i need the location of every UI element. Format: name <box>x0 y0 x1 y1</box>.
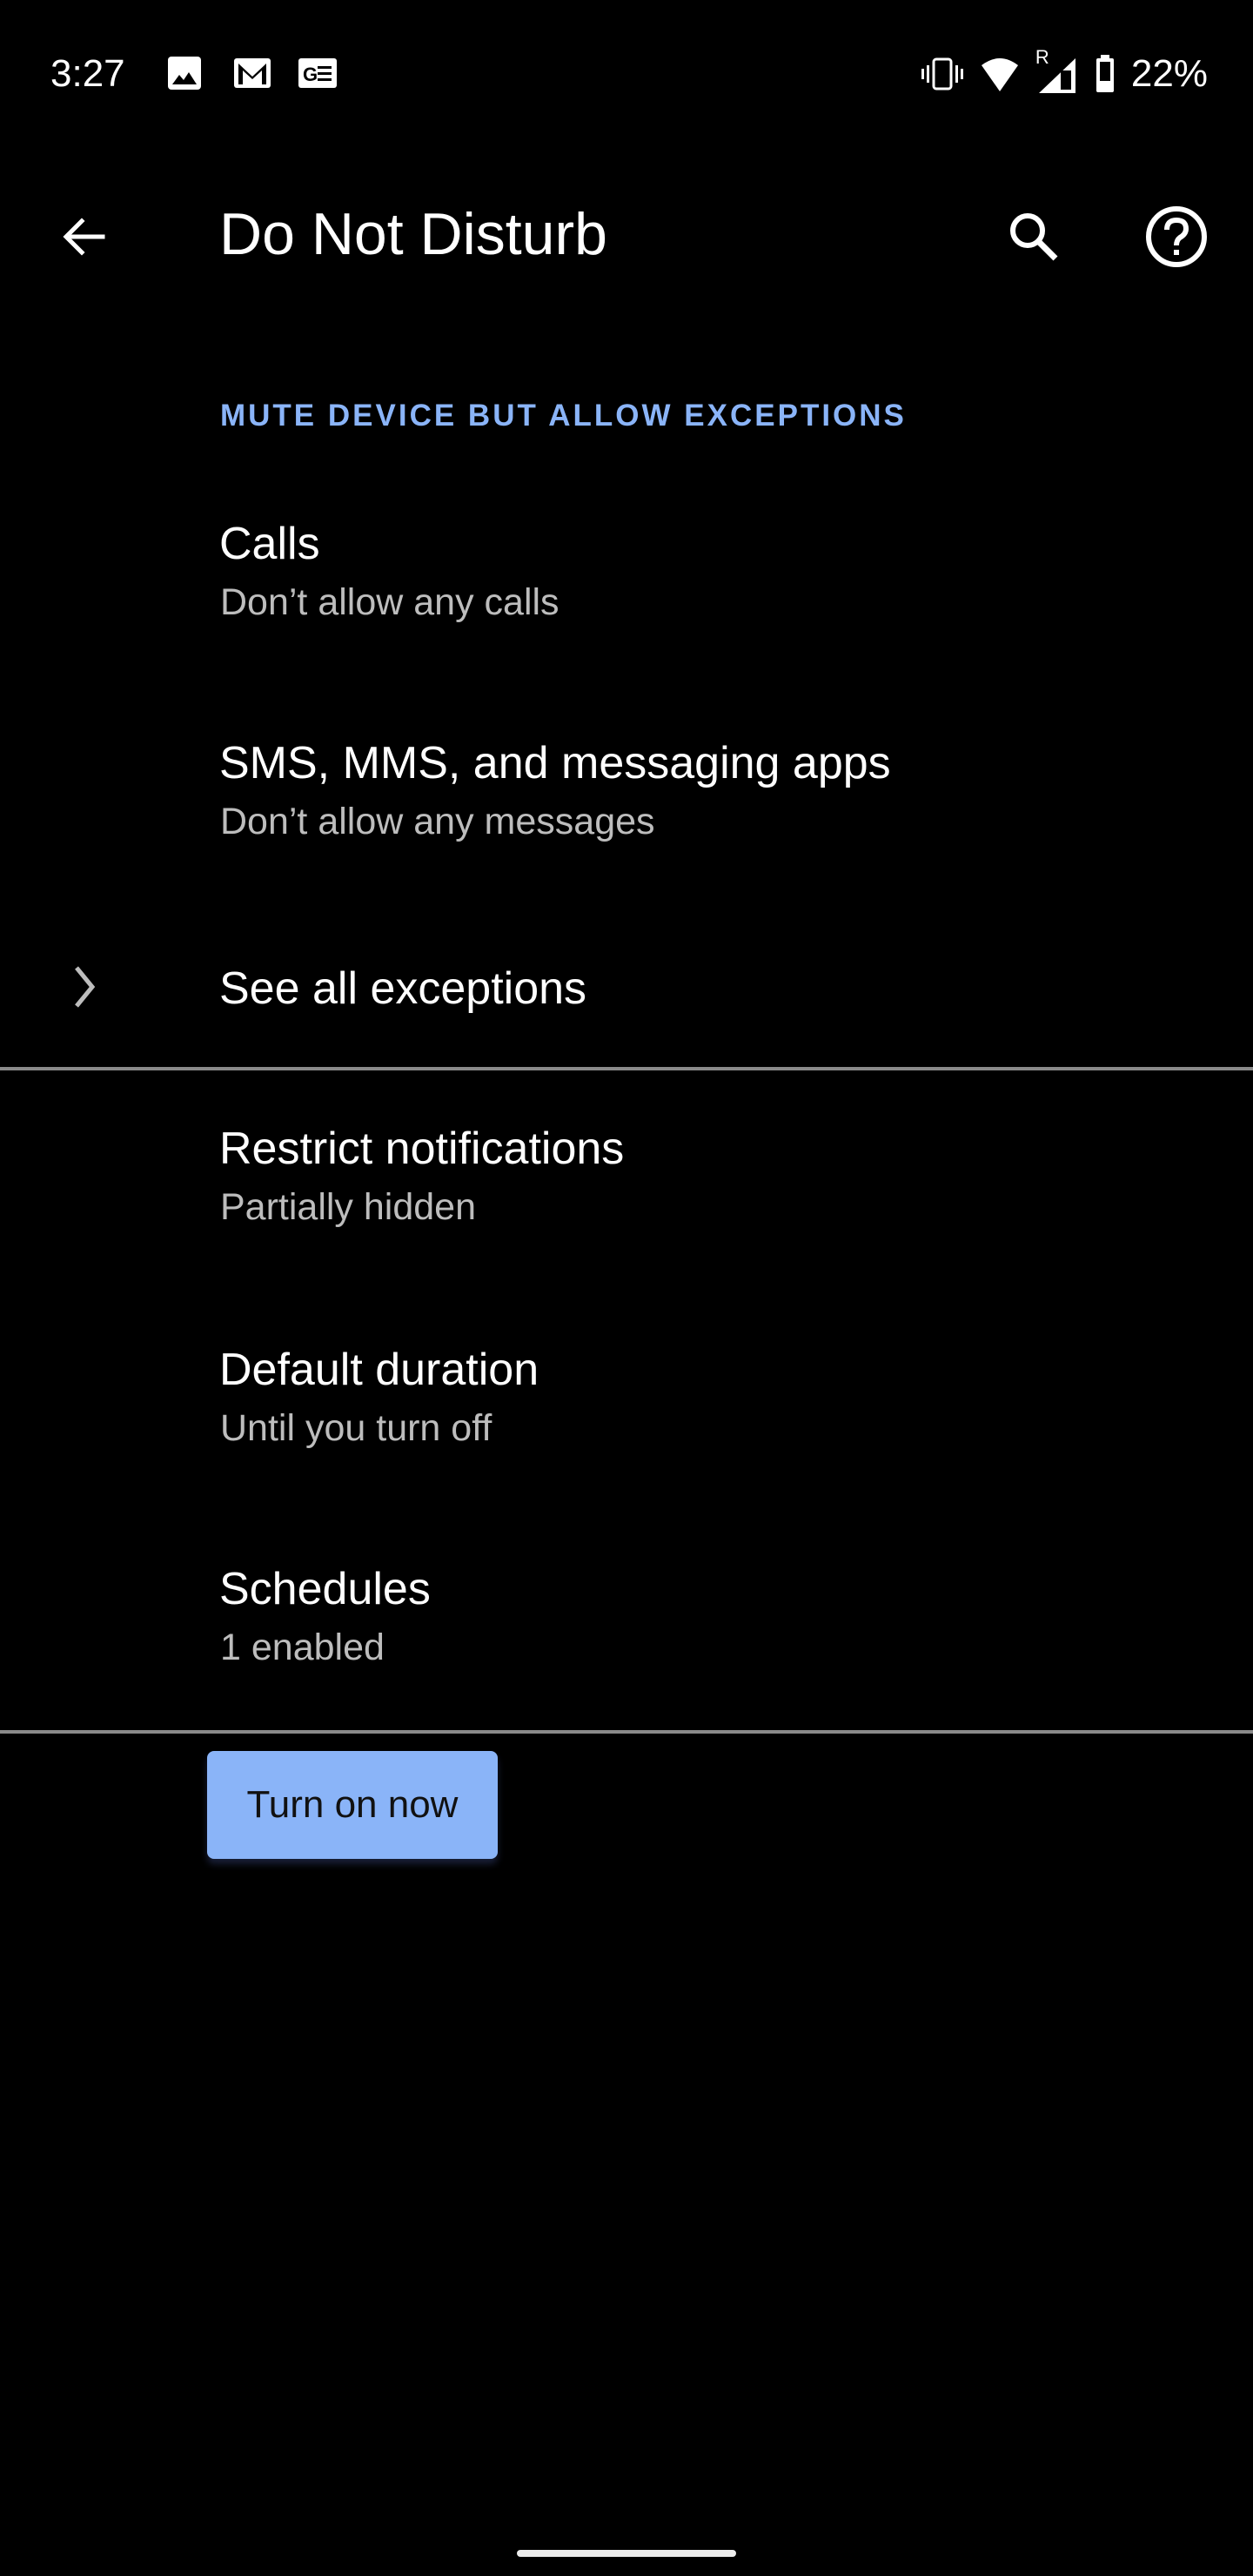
svg-text:G: G <box>303 64 318 85</box>
pref-default-duration[interactable]: Default duration Until you turn off <box>0 1314 1253 1514</box>
section-header: MUTE DEVICE BUT ALLOW EXCEPTIONS <box>220 399 907 433</box>
gmail-icon <box>234 58 271 88</box>
pref-title: Restrict notifications <box>219 1124 625 1174</box>
status-bar: 3:27 G R 22% <box>0 0 1253 148</box>
help-button[interactable] <box>1140 200 1213 273</box>
page-title: Do Not Disturb <box>219 201 607 267</box>
search-icon <box>1010 213 1058 261</box>
turn-on-now-button[interactable]: Turn on now <box>207 1751 498 1859</box>
pref-title: See all exceptions <box>219 963 587 1014</box>
pref-summary: Partially hidden <box>220 1186 477 1228</box>
pref-messages[interactable]: SMS, MMS, and messaging apps Don’t allow… <box>0 705 1253 879</box>
pref-summary: Until you turn off <box>220 1407 492 1449</box>
vibrate-icon <box>921 57 963 91</box>
pref-summary: 1 enabled <box>220 1627 385 1668</box>
signal-roaming-icon: R <box>1035 46 1079 95</box>
google-news-icon: G <box>298 58 337 88</box>
pref-title: SMS, MMS, and messaging apps <box>219 738 891 788</box>
pref-title: Calls <box>219 519 320 569</box>
back-button[interactable] <box>49 202 118 272</box>
battery-icon <box>1096 55 1114 92</box>
pref-title: Default duration <box>219 1345 539 1395</box>
battery-percent: 22% <box>1130 52 1208 95</box>
divider <box>0 1730 1253 1734</box>
pref-restrict-notifications[interactable]: Restrict notifications Partially hidden <box>0 1097 1253 1297</box>
pref-see-all-exceptions[interactable]: See all exceptions <box>0 922 1253 1070</box>
pref-summary: Don’t allow any messages <box>220 801 655 842</box>
system-icons: R 22% <box>921 46 1208 96</box>
arrow-back-icon <box>63 218 105 256</box>
gallery-icon <box>168 57 201 90</box>
app-bar: Do Not Disturb <box>0 174 1253 296</box>
pref-summary: Don’t allow any calls <box>220 581 559 623</box>
divider <box>0 1067 1253 1070</box>
pref-schedules[interactable]: Schedules 1 enabled <box>0 1532 1253 1723</box>
wifi-icon <box>981 58 1018 91</box>
turn-on-now-label: Turn on now <box>246 1783 459 1826</box>
status-time: 3:27 <box>50 52 125 95</box>
help-icon <box>1146 206 1207 267</box>
pref-calls[interactable]: Calls Don’t allow any calls <box>0 487 1253 661</box>
chevron-right-icon <box>75 966 96 1008</box>
search-button[interactable] <box>997 200 1070 273</box>
pref-title: Schedules <box>219 1564 431 1614</box>
gesture-nav-handle[interactable] <box>517 2550 736 2557</box>
